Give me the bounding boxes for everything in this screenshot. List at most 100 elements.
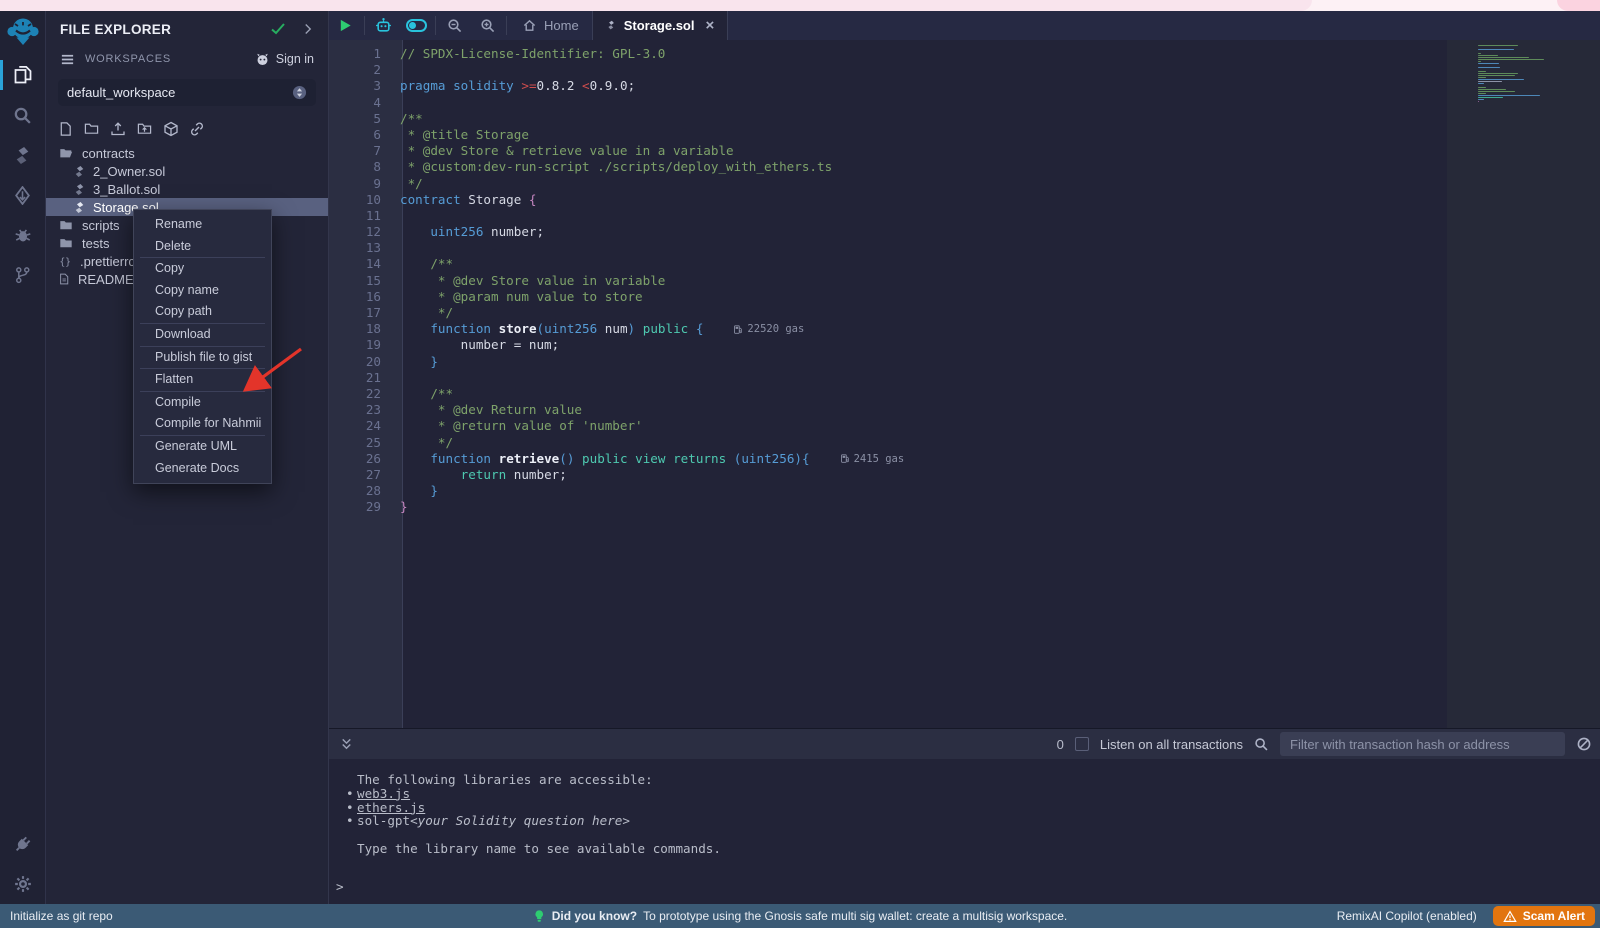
code-line[interactable]: 26 function retrieve() public view retur… bbox=[329, 451, 1447, 467]
minimap-line bbox=[1478, 77, 1486, 78]
cube-icon[interactable] bbox=[163, 121, 179, 137]
menu-item-delete[interactable]: Delete bbox=[134, 236, 271, 258]
zoom-in-icon[interactable] bbox=[471, 11, 504, 40]
check-icon bbox=[270, 21, 286, 37]
tree-item-contracts[interactable]: contracts bbox=[46, 144, 328, 162]
code-line[interactable]: 10contract Storage { bbox=[329, 192, 1447, 208]
menu-item-copy[interactable]: Copy bbox=[134, 258, 271, 280]
line-number: 14 bbox=[329, 256, 381, 272]
code-line[interactable]: 3pragma solidity >=0.8.2 <0.9.0; bbox=[329, 78, 1447, 94]
code-line[interactable]: 2 bbox=[329, 62, 1447, 78]
file-label: contracts bbox=[82, 146, 135, 161]
editor-toolbar: Home Storage.sol × bbox=[329, 11, 1600, 40]
search-icon[interactable] bbox=[1254, 737, 1269, 752]
code-line[interactable]: 19 number = num; bbox=[329, 337, 1447, 353]
bullet-icon: • bbox=[346, 814, 357, 828]
zoom-out-icon[interactable] bbox=[438, 11, 471, 40]
code-line[interactable]: 5/** bbox=[329, 111, 1447, 127]
menu-item-compile-for-nahmii[interactable]: Compile for Nahmii bbox=[134, 413, 271, 435]
git-init-button[interactable]: Initialize as git repo bbox=[10, 909, 113, 923]
code-line[interactable]: 9 */ bbox=[329, 176, 1447, 192]
code-line[interactable]: 12 uint256 number; bbox=[329, 224, 1447, 240]
workspace-spinner-icon[interactable] bbox=[292, 85, 307, 100]
line-number: 2 bbox=[329, 62, 381, 78]
close-tab-icon[interactable]: × bbox=[705, 17, 714, 34]
hamburger-icon[interactable] bbox=[60, 52, 75, 67]
code-line[interactable]: 18 function store(uint256 num) public {2… bbox=[329, 321, 1447, 337]
run-script-button[interactable] bbox=[329, 11, 362, 40]
code-text: */ bbox=[400, 435, 453, 451]
workspace-selector[interactable]: default_workspace bbox=[58, 79, 316, 106]
code-line[interactable]: 17 */ bbox=[329, 305, 1447, 321]
code-line[interactable]: 13 bbox=[329, 240, 1447, 256]
activity-deploy-run[interactable] bbox=[0, 175, 46, 215]
code-line[interactable]: 24 * @return value of 'number' bbox=[329, 418, 1447, 434]
code-line[interactable]: 27 return number; bbox=[329, 467, 1447, 483]
tab-storage-sol[interactable]: Storage.sol × bbox=[592, 11, 729, 40]
code-line[interactable]: 7 * @dev Store & retrieve value in a var… bbox=[329, 143, 1447, 159]
copilot-toggle[interactable] bbox=[400, 11, 433, 40]
code-line[interactable]: 23 * @dev Return value bbox=[329, 402, 1447, 418]
minimap-line bbox=[1478, 79, 1524, 80]
transaction-filter-input[interactable] bbox=[1280, 732, 1565, 756]
activity-search[interactable] bbox=[0, 95, 46, 135]
remix-ai-robot-icon[interactable] bbox=[367, 11, 400, 40]
folder-icon bbox=[58, 236, 74, 250]
code-line[interactable]: 16 * @param num value to store bbox=[329, 289, 1447, 305]
scam-alert-button[interactable]: Scam Alert bbox=[1493, 906, 1595, 926]
code-line[interactable]: 28 } bbox=[329, 483, 1447, 499]
activity-remix-logo[interactable] bbox=[7, 15, 39, 47]
bullet-icon: • bbox=[346, 801, 357, 815]
minimap-line bbox=[1478, 97, 1503, 98]
copilot-status[interactable]: RemixAI Copilot (enabled) bbox=[1337, 909, 1477, 923]
terminal-library-link[interactable]: ethers.js bbox=[357, 801, 425, 815]
code-line[interactable]: 29} bbox=[329, 499, 1447, 515]
activity-solidity-compiler[interactable] bbox=[0, 135, 46, 175]
code-line[interactable]: 14 /** bbox=[329, 256, 1447, 272]
tab-home[interactable]: Home bbox=[509, 11, 592, 40]
new-folder-icon[interactable] bbox=[83, 121, 100, 137]
upload-file-icon[interactable] bbox=[110, 121, 126, 137]
tree-item-3-ballot-sol[interactable]: 3_Ballot.sol bbox=[46, 180, 328, 198]
code-line[interactable]: 21 bbox=[329, 370, 1447, 386]
code-line[interactable]: 8 * @custom:dev-run-script ./scripts/dep… bbox=[329, 159, 1447, 175]
minimap-zone[interactable] bbox=[1447, 40, 1600, 728]
activity-file-explorer[interactable] bbox=[0, 55, 46, 95]
line-number: 23 bbox=[329, 402, 381, 418]
chevron-right-icon[interactable] bbox=[302, 23, 314, 35]
tree-item-2-owner-sol[interactable]: 2_Owner.sol bbox=[46, 162, 328, 180]
menu-item-generate-uml[interactable]: Generate UML bbox=[134, 436, 271, 458]
file-context-menu: RenameDeleteCopyCopy nameCopy pathDownlo… bbox=[133, 209, 272, 484]
code-line[interactable]: 11 bbox=[329, 208, 1447, 224]
code-line[interactable]: 20 } bbox=[329, 354, 1447, 370]
expand-terminal-icon[interactable] bbox=[339, 737, 354, 752]
menu-item-publish-file-to-gist[interactable]: Publish file to gist bbox=[134, 347, 271, 369]
activity-settings[interactable] bbox=[0, 864, 46, 904]
activity-git[interactable] bbox=[0, 255, 46, 295]
link-icon[interactable] bbox=[189, 121, 205, 137]
menu-item-compile[interactable]: Compile bbox=[134, 392, 271, 414]
listen-all-transactions-checkbox[interactable] bbox=[1075, 737, 1089, 751]
activity-debugger[interactable] bbox=[0, 215, 46, 255]
code-line[interactable]: 6 * @title Storage bbox=[329, 127, 1447, 143]
code-editor[interactable]: 1// SPDX-License-Identifier: GPL-3.023pr… bbox=[329, 40, 1600, 728]
terminal-library-link[interactable]: web3.js bbox=[357, 787, 410, 801]
menu-item-download[interactable]: Download bbox=[134, 324, 271, 346]
code-line[interactable]: 22 /** bbox=[329, 386, 1447, 402]
code-line[interactable]: 25 */ bbox=[329, 435, 1447, 451]
menu-item-generate-docs[interactable]: Generate Docs bbox=[134, 458, 271, 480]
upload-folder-icon[interactable] bbox=[136, 121, 153, 137]
menu-item-copy-path[interactable]: Copy path bbox=[134, 301, 271, 323]
code-line[interactable]: 1// SPDX-License-Identifier: GPL-3.0 bbox=[329, 46, 1447, 62]
activity-plugin-manager[interactable] bbox=[0, 824, 46, 864]
menu-item-copy-name[interactable]: Copy name bbox=[134, 280, 271, 302]
code-line[interactable]: 4 bbox=[329, 95, 1447, 111]
terminal-output[interactable]: The following libraries are accessible: … bbox=[329, 759, 1600, 904]
clear-console-icon[interactable] bbox=[1576, 736, 1592, 752]
code-line[interactable]: 15 * @dev Store value in variable bbox=[329, 273, 1447, 289]
sign-in-button[interactable]: Sign in bbox=[255, 52, 314, 67]
menu-item-flatten[interactable]: Flatten bbox=[134, 369, 271, 391]
menu-item-rename[interactable]: Rename bbox=[134, 214, 271, 236]
terminal-prompt[interactable]: > bbox=[336, 880, 344, 894]
new-file-icon[interactable] bbox=[58, 121, 73, 137]
